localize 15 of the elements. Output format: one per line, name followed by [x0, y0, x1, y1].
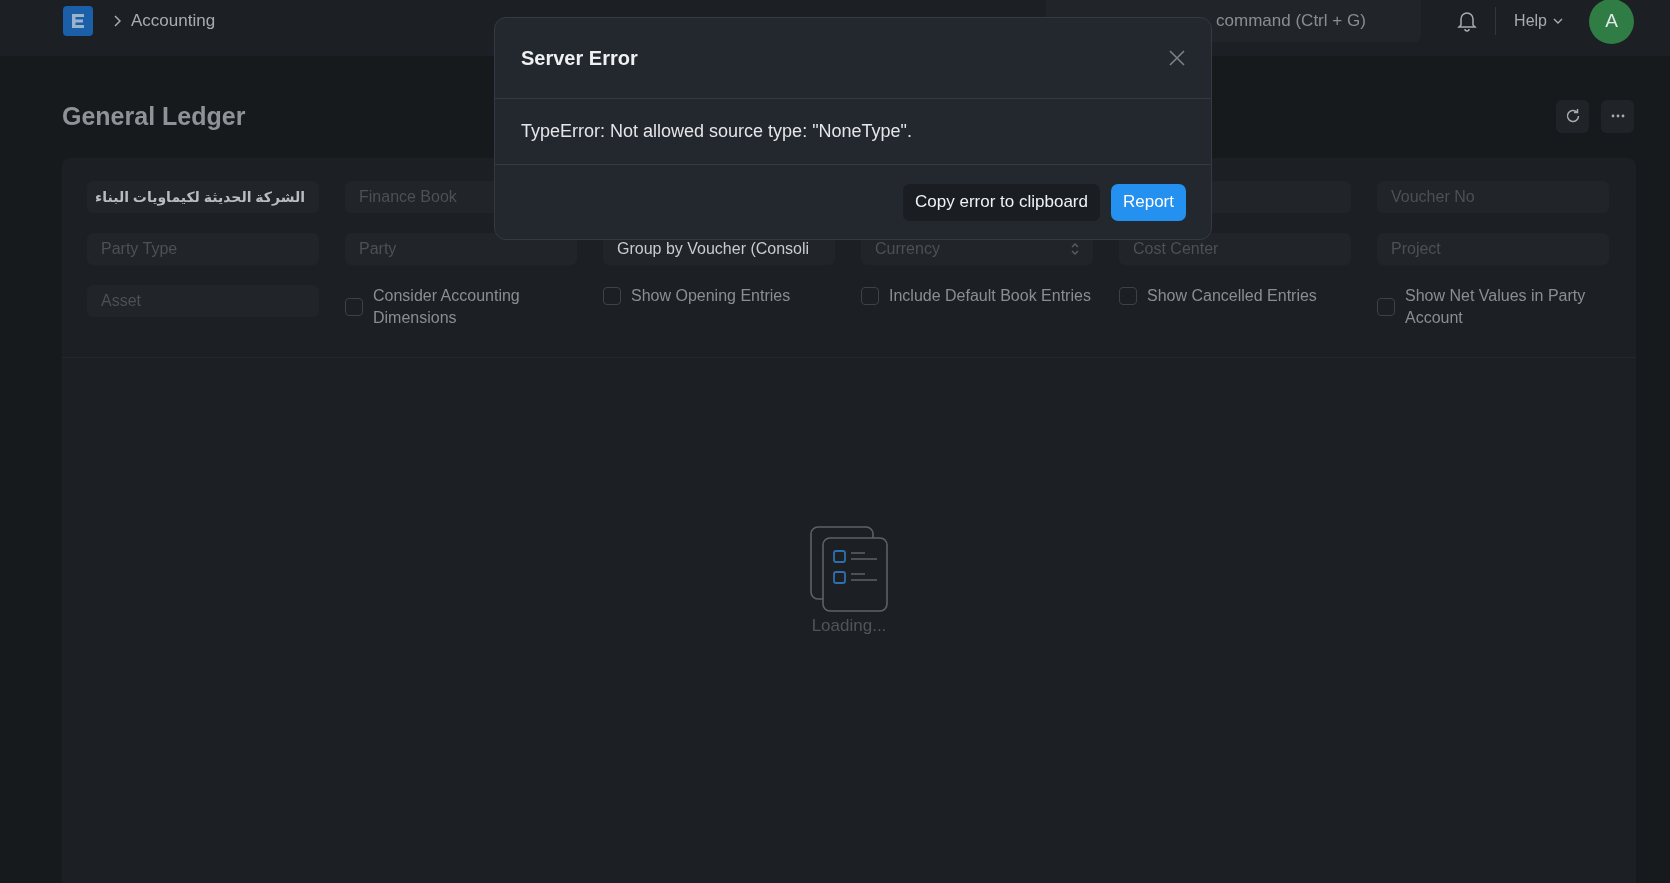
report-button[interactable]: Report — [1110, 183, 1186, 221]
loading-text: Loading... — [811, 616, 887, 636]
dialog-title: Server Error — [521, 46, 638, 70]
checkbox-label: Show Cancelled Entries — [1147, 286, 1317, 306]
breadcrumb-link[interactable]: Accounting — [131, 11, 216, 31]
checkbox-label: Show Net Values in Party Account — [1405, 286, 1587, 328]
help-menu[interactable]: Help — [1514, 12, 1563, 30]
copy-error-button[interactable]: Copy error to clipboard — [903, 183, 1100, 221]
page-title: General Ledger — [62, 101, 246, 131]
filter-field[interactable]: الشركة الحديثة لكيماويات البناء — [87, 181, 319, 213]
checkbox-label: Consider Accounting Dimensions — [373, 286, 521, 328]
error-message: TypeError: Not allowed source type: "NoneType". — [521, 121, 912, 142]
checkbox-label: Show Opening Entries — [631, 286, 791, 306]
user-avatar[interactable]: A — [1589, 0, 1634, 44]
checkbox-label: Include Default Book Entries — [889, 286, 1091, 306]
